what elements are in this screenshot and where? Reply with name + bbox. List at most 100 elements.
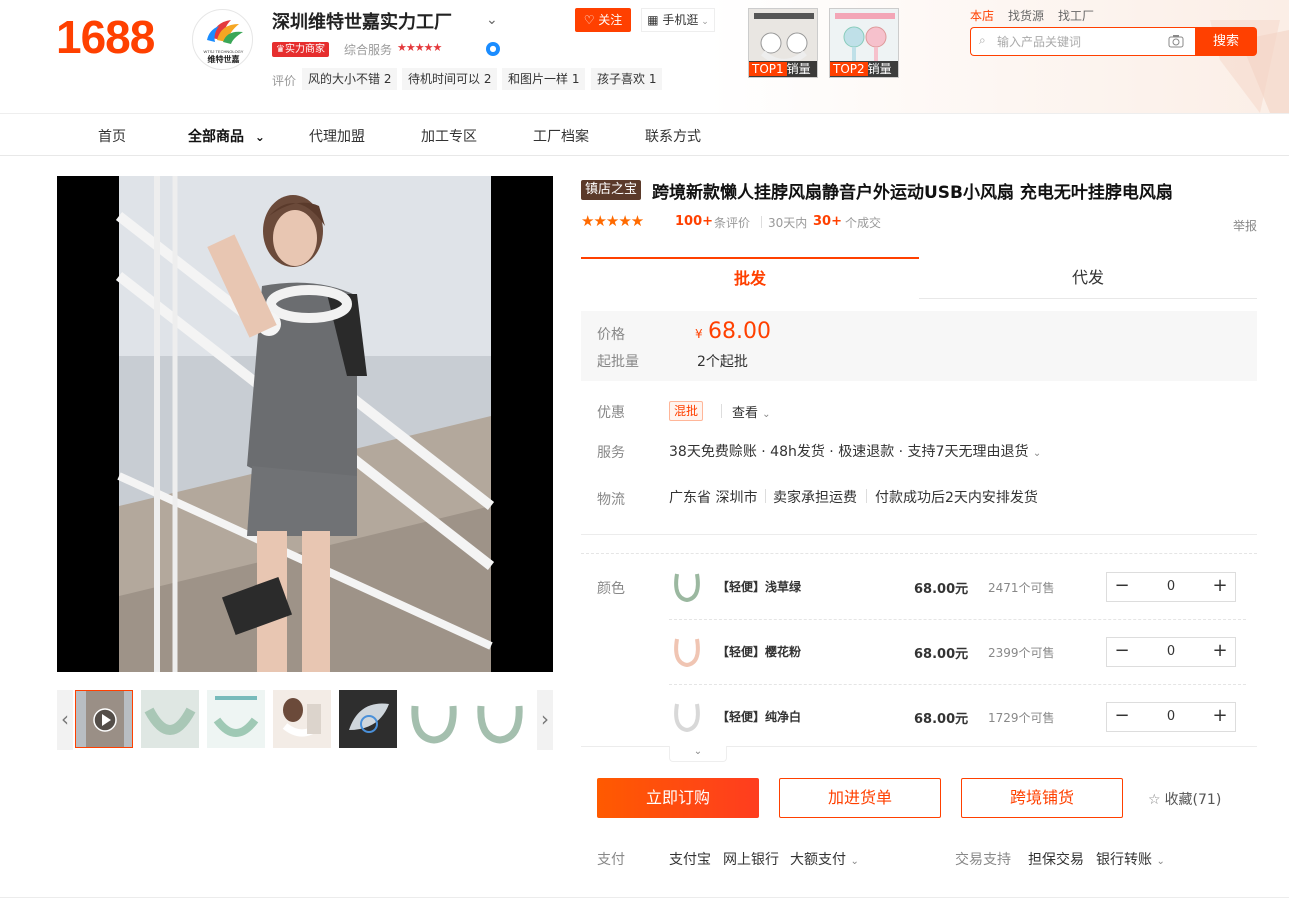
- nav-agency[interactable]: 代理加盟: [309, 126, 365, 146]
- thumb-image-5[interactable]: [339, 690, 397, 748]
- site-logo[interactable]: 1688: [56, 10, 155, 64]
- sku-price: 68.00元: [914, 712, 969, 727]
- review-tag[interactable]: 待机时间可以 2: [402, 68, 498, 90]
- tab-wholesale[interactable]: 批发: [581, 257, 919, 299]
- search-scope-shop[interactable]: 本店: [970, 7, 994, 24]
- mixbatch-tag: 混批: [669, 401, 704, 421]
- increase-button[interactable]: +: [1205, 703, 1235, 731]
- divider: [669, 684, 1246, 685]
- quantity-input[interactable]: 0: [1137, 573, 1205, 601]
- favorite-label: 收藏(71): [1164, 792, 1222, 808]
- thumb-image-3[interactable]: [207, 690, 265, 748]
- currency-symbol: ¥: [695, 327, 703, 341]
- promo-view-button[interactable]: 查看 ⌄: [732, 402, 771, 421]
- sales-unit: 个成交: [845, 216, 882, 230]
- pay-method: 网上银行: [723, 852, 779, 868]
- add-to-cart-button[interactable]: 加进货单: [779, 778, 941, 818]
- divider: [581, 534, 1257, 535]
- service-text[interactable]: 38天免费赊账 · 48h发货 · 极速退款 · 支持7天无理由退货 ⌄: [669, 441, 1041, 461]
- quantity-input[interactable]: 0: [1137, 703, 1205, 731]
- review-tag[interactable]: 风的大小不错 2: [302, 68, 398, 90]
- sku-name: 【轻便】浅草绿: [717, 580, 802, 594]
- crown-icon: ♛: [276, 44, 285, 55]
- quantity-stepper: − 0 +: [1106, 637, 1236, 667]
- nav-factory-profile[interactable]: 工厂档案: [533, 126, 589, 146]
- sku-name: 【轻便】樱花粉: [717, 645, 802, 659]
- trade-label: 交易支持: [955, 852, 1011, 868]
- chevron-down-icon: ⌄: [693, 746, 703, 757]
- pay-method: 大额支付: [790, 852, 846, 868]
- thumb-image: [471, 690, 529, 748]
- search-box: ⌕: [970, 27, 1196, 56]
- tab-dropship[interactable]: 代发: [919, 257, 1257, 299]
- nav-home[interactable]: 首页: [98, 126, 126, 146]
- increase-button[interactable]: +: [1205, 573, 1235, 601]
- pay-method-more[interactable]: 大额支付 ⌄: [790, 849, 859, 869]
- trade-method-more[interactable]: 银行转账 ⌄: [1096, 849, 1165, 869]
- follow-button[interactable]: ♡ 关注: [575, 8, 631, 32]
- thumb-image-2[interactable]: [141, 690, 199, 748]
- decrease-button[interactable]: −: [1107, 573, 1137, 601]
- price-label: 价格: [597, 327, 625, 343]
- trade-method: 担保交易: [1028, 852, 1084, 868]
- sku-thumb[interactable]: [669, 633, 705, 669]
- search-input[interactable]: [997, 32, 1157, 52]
- sku-thumb[interactable]: [669, 568, 705, 604]
- review-count[interactable]: 100+: [675, 214, 713, 229]
- increase-button[interactable]: +: [1205, 638, 1235, 666]
- thumbs-next-button[interactable]: ›: [537, 690, 553, 750]
- cross-border-button[interactable]: 跨境铺货: [961, 778, 1123, 818]
- sku-thumb[interactable]: [669, 698, 705, 734]
- top-product-1[interactable]: TOP1 销量: [748, 8, 818, 78]
- top-rank: TOP1: [749, 62, 787, 76]
- thumb-image-7[interactable]: [471, 690, 529, 748]
- moq-label: 起批量: [597, 354, 639, 370]
- thumb-image-4[interactable]: [273, 690, 331, 748]
- chevron-down-icon: ⌄: [254, 130, 265, 144]
- camera-icon[interactable]: [1168, 34, 1184, 48]
- review-tag[interactable]: 孩子喜欢 1: [591, 68, 663, 90]
- search-icon: ⌕: [979, 33, 986, 47]
- treasure-badge: 镇店之宝: [581, 180, 642, 200]
- search-scope-source[interactable]: 找货源: [1008, 7, 1044, 24]
- divider: [581, 553, 1257, 554]
- logistics-label: 物流: [597, 492, 625, 508]
- shop-name[interactable]: 深圳维特世嘉实力工厂: [272, 8, 452, 34]
- logistics-origin: 广东省 深圳市: [669, 490, 758, 506]
- nav-all-products[interactable]: 全部商品 ⌄: [188, 126, 265, 146]
- price-value: 68.00: [708, 319, 771, 344]
- review-tag[interactable]: 和图片一样 1: [502, 68, 586, 90]
- decrease-button[interactable]: −: [1107, 703, 1137, 731]
- mobile-browse-button[interactable]: ▦ 手机逛 ⌄: [641, 8, 715, 32]
- chevron-down-icon[interactable]: ⌄: [486, 12, 498, 28]
- favorite-button[interactable]: ☆ 收藏(71): [1148, 789, 1221, 809]
- quantity-stepper: − 0 +: [1106, 702, 1236, 732]
- nav-processing[interactable]: 加工专区: [421, 126, 477, 146]
- sales-count: 30+: [813, 214, 842, 229]
- quantity-input[interactable]: 0: [1137, 638, 1205, 666]
- chat-icon[interactable]: ●: [486, 42, 500, 56]
- chevron-down-icon: ⌄: [850, 856, 859, 867]
- report-link[interactable]: 举报: [1233, 217, 1257, 234]
- top-product-2[interactable]: TOP2 销量: [829, 8, 899, 78]
- shop-logo-text: 维特世嘉: [208, 54, 240, 64]
- product-main-image[interactable]: [57, 176, 553, 672]
- divider: [0, 897, 1289, 898]
- decrease-button[interactable]: −: [1107, 638, 1137, 666]
- chevron-down-icon: ⌄: [1156, 856, 1165, 867]
- divider: [866, 489, 867, 503]
- thumb-image-6[interactable]: [405, 690, 463, 748]
- shop-logo[interactable]: WTSJ TECHNOLOGY 维特世嘉: [192, 9, 253, 70]
- chevron-down-icon: ⌄: [762, 409, 771, 420]
- nav-contact[interactable]: 联系方式: [645, 126, 701, 146]
- thumb-image: [207, 690, 265, 748]
- thumbs-prev-button[interactable]: ‹: [57, 690, 73, 750]
- search-scope-factory[interactable]: 找工厂: [1058, 7, 1094, 24]
- sku-name: 【轻便】纯净白: [717, 710, 802, 724]
- expand-skus-button[interactable]: ⌄: [669, 746, 727, 762]
- thumb-video[interactable]: [75, 690, 133, 748]
- sales-period: 30天内: [768, 216, 808, 230]
- search-button[interactable]: 搜索: [1195, 27, 1257, 56]
- buy-now-button[interactable]: 立即订购: [597, 778, 759, 818]
- chevron-down-icon: ⌄: [698, 17, 709, 27]
